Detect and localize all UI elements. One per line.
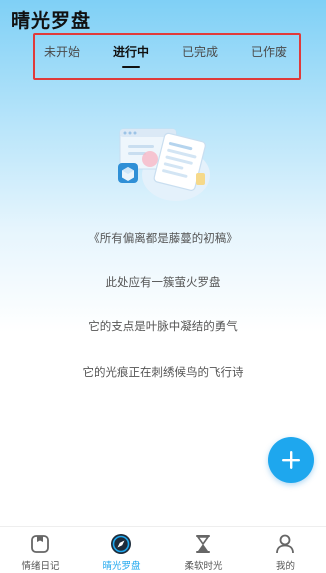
hourglass-icon	[196, 535, 210, 553]
tab-voided[interactable]: 已作废	[251, 43, 287, 60]
tab-not-started[interactable]: 未开始	[44, 43, 80, 60]
tab-completed[interactable]: 已完成	[182, 43, 218, 60]
compass-icon	[111, 534, 131, 554]
empty-state-line-4: 它的光痕正在刺绣候鸟的飞行诗	[82, 365, 244, 379]
nav-item-soft-time[interactable]: 柔软时光	[163, 527, 244, 573]
empty-state-line-1: 《所有偏离都是藤蔓的初稿》	[88, 231, 238, 245]
diary-icon	[31, 535, 49, 553]
empty-state-line-3: 它的支点是叶脉中凝结的勇气	[88, 319, 238, 333]
nav-item-profile[interactable]: 我的	[245, 527, 326, 573]
nav-label: 情绪日记	[21, 561, 60, 572]
nav-label: 我的	[275, 561, 295, 572]
empty-state-line-2: 此处应有一簇萤火罗盘	[105, 275, 221, 289]
nav-item-compass[interactable]: 晴光罗盘	[81, 527, 162, 573]
active-tab-indicator	[122, 66, 140, 68]
page-title: 晴光罗盘	[11, 10, 92, 32]
nav-label: 晴光罗盘	[102, 561, 141, 572]
nav-item-mood-diary[interactable]: 情绪日记	[0, 527, 81, 573]
add-button[interactable]	[268, 437, 314, 483]
plus-icon	[282, 451, 300, 469]
nav-label: 柔软时光	[184, 561, 223, 572]
tab-in-progress[interactable]: 进行中	[113, 43, 149, 60]
empty-document-illustration	[114, 123, 214, 205]
bottom-navigation: 情绪日记 晴光罗盘 柔软时光 我的	[0, 526, 326, 573]
user-icon	[276, 534, 294, 554]
